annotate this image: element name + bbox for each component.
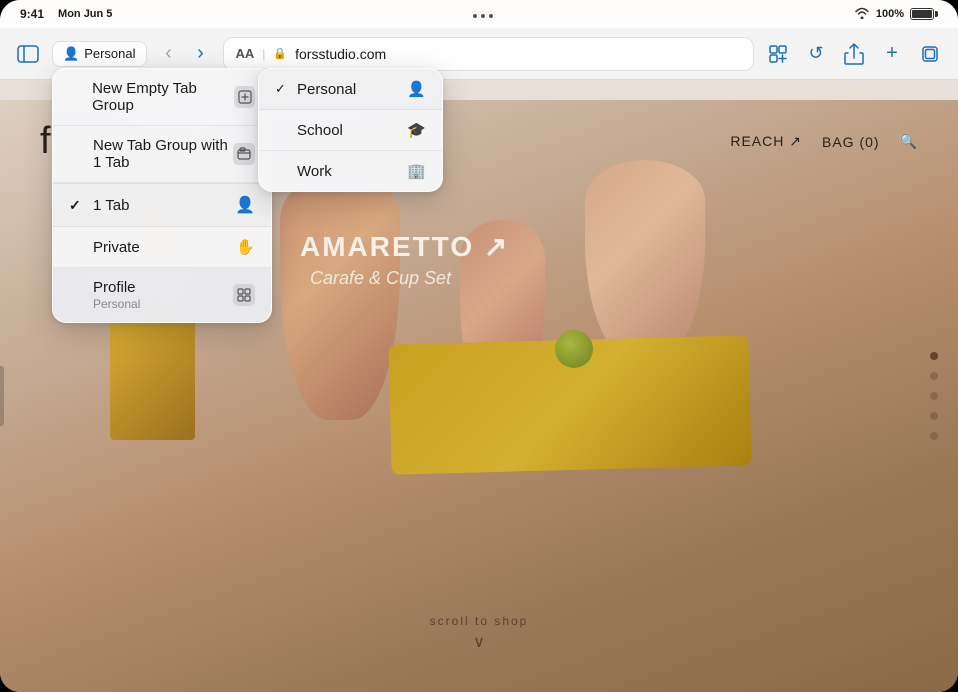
profile-tab-icon: 👤 <box>63 46 79 62</box>
cup-tall <box>585 160 705 360</box>
private-icon: ✋ <box>236 238 255 256</box>
extensions-button[interactable] <box>762 38 794 70</box>
personal-label: Personal <box>297 81 356 98</box>
nav-dot-1[interactable] <box>930 352 938 360</box>
dropdown-menu: New Empty Tab Group New Tab Group with1 … <box>52 68 272 323</box>
back-arrow-icon: ‹ <box>165 42 172 65</box>
private-label: Private <box>93 239 140 256</box>
scroll-to-shop[interactable]: scroll to shop ∨ <box>430 614 529 652</box>
new-empty-tab-group-icon <box>234 86 255 108</box>
work-check <box>275 164 289 179</box>
nav-search[interactable]: 🔍 <box>900 133 918 150</box>
status-dot-1 <box>473 14 477 18</box>
nav-dot-5[interactable] <box>930 432 938 440</box>
site-nav: REACH ↗ BAG (0) 🔍 <box>730 133 918 150</box>
status-dot-3 <box>489 14 493 18</box>
profile-label: Profile <box>93 279 140 296</box>
nav-reach[interactable]: REACH ↗ <box>730 133 802 150</box>
new-tab-group-tab-label: New Tab Group with1 Tab <box>93 137 228 171</box>
nav-dot-2[interactable] <box>930 372 938 380</box>
profile-submenu: ✓ Personal 👤 School 🎓 Work 🏢 <box>258 68 443 192</box>
website-subhead: Carafe & Cup Set <box>310 268 451 289</box>
menu-item-profile[interactable]: Profile Personal <box>53 268 271 322</box>
battery-label: 100% <box>876 8 904 20</box>
menu-item-new-empty-tab-group[interactable]: New Empty Tab Group <box>53 69 271 126</box>
submenu-item-work[interactable]: Work 🏢 <box>259 151 442 191</box>
status-center-area <box>473 10 493 18</box>
status-time: 9:41 <box>20 7 44 21</box>
status-date: Mon Jun 5 <box>58 8 112 20</box>
one-tab-label: 1 Tab <box>93 197 129 214</box>
new-empty-tab-group-label: New Empty Tab Group <box>92 80 234 114</box>
scroll-label: scroll to shop <box>430 614 529 628</box>
website-headline: AMARETTO ↗ <box>300 230 509 263</box>
reload-button[interactable]: ↺ <box>800 38 832 70</box>
address-bar[interactable]: AA | 🔒 forsstudio.com <box>223 37 755 71</box>
nav-arrows: ‹ › <box>155 40 215 68</box>
add-tab-icon: + <box>886 42 898 65</box>
forward-arrow-icon: › <box>197 42 204 65</box>
submenu-item-personal[interactable]: ✓ Personal 👤 <box>259 69 442 110</box>
school-icon: 🎓 <box>407 121 426 139</box>
school-label: School <box>297 122 343 139</box>
profile-submenu-icon <box>233 284 255 306</box>
school-check <box>275 123 289 138</box>
vase1 <box>280 170 400 420</box>
aa-label[interactable]: AA <box>236 46 255 61</box>
one-tab-icon: 👤 <box>235 195 255 215</box>
nav-dots <box>930 352 938 440</box>
profile-tab[interactable]: 👤 Personal <box>52 41 147 67</box>
scroll-arrow: ∨ <box>430 632 529 652</box>
side-handle <box>0 366 4 426</box>
url-text: forsstudio.com <box>295 46 386 62</box>
battery-icon <box>910 8 938 20</box>
work-icon: 🏢 <box>407 162 426 180</box>
lock-icon: 🔒 <box>273 47 287 60</box>
nav-bag[interactable]: BAG (0) <box>822 134 880 150</box>
status-bar: 9:41 Mon Jun 5 100% <box>0 0 958 28</box>
forward-button[interactable]: › <box>187 40 215 68</box>
sidebar-toggle-button[interactable] <box>12 38 44 70</box>
new-tab-group-tab-icon <box>233 143 255 165</box>
share-button[interactable] <box>838 38 870 70</box>
ipad-frame: CASA OLEARIA⬡⬡⬡OLIO EXTRAVERGINEDI OLIVA… <box>0 0 958 692</box>
nav-actions: ↺ + <box>762 38 946 70</box>
profile-subtitle: Personal <box>93 297 140 311</box>
profile-tab-label: Personal <box>84 46 135 61</box>
nav-dot-3[interactable] <box>930 392 938 400</box>
submenu-item-school[interactable]: School 🎓 <box>259 110 442 151</box>
status-dot-2 <box>481 14 485 18</box>
tabs-button[interactable] <box>914 38 946 70</box>
wifi-icon <box>854 7 870 22</box>
menu-item-private[interactable]: Private ✋ <box>53 227 271 268</box>
olive <box>555 330 593 368</box>
status-right: 100% <box>854 7 938 22</box>
reload-icon: ↺ <box>808 43 823 64</box>
personal-icon: 👤 <box>407 80 426 98</box>
back-button[interactable]: ‹ <box>155 40 183 68</box>
nav-dot-4[interactable] <box>930 412 938 420</box>
menu-item-new-tab-group-tab[interactable]: New Tab Group with1 Tab <box>53 126 271 183</box>
personal-check: ✓ <box>275 81 289 97</box>
work-label: Work <box>297 163 332 180</box>
add-tab-button[interactable]: + <box>876 38 908 70</box>
menu-item-1-tab[interactable]: ✓ 1 Tab 👤 <box>53 184 271 227</box>
